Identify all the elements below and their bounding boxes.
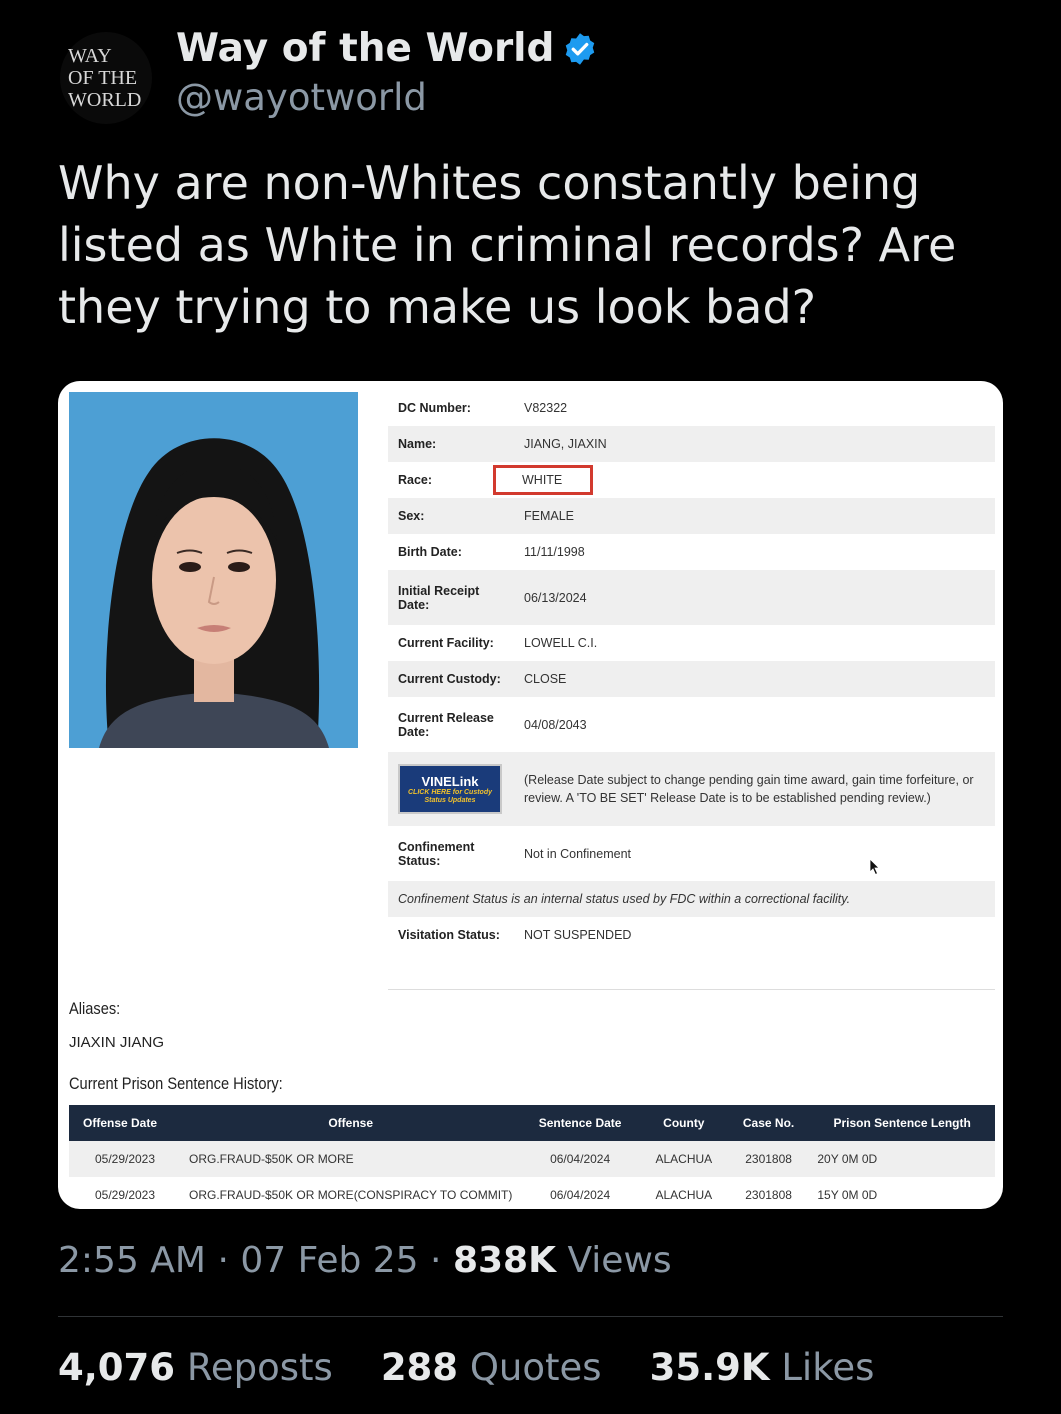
info-label: Name: — [388, 426, 514, 462]
vine-cell: VINELink CLICK HERE for Custody Status U… — [388, 752, 514, 826]
likes-count: 35.9K — [649, 1346, 770, 1389]
table-cell: 20Y 0M 0D — [809, 1141, 995, 1177]
display-name[interactable]: Way of the World — [176, 26, 554, 71]
table-cell: ORG.FRAUD-$50K OR MORE — [181, 1141, 521, 1177]
info-row: Confinement Status: Not in Confinement — [388, 826, 995, 881]
engagement-stats: 4,076 Reposts 288 Quotes 35.9K Likes — [58, 1346, 874, 1389]
table-cell: 05/29/2023 — [69, 1141, 181, 1177]
divider — [58, 1316, 1003, 1317]
avatar-line-2: OF THE — [68, 67, 138, 89]
info-row: Confinement Status is an internal status… — [388, 881, 995, 917]
info-value: CLOSE — [514, 661, 995, 697]
column-header: Sentence Date — [520, 1105, 640, 1141]
vinelink-logo: VINELink — [421, 773, 479, 789]
meta-separator: · — [430, 1240, 442, 1281]
mugshot-photo — [69, 392, 358, 748]
display-name-row: Way of the World — [176, 26, 598, 71]
sentence-history-title: Current Prison Sentence History: — [69, 1074, 283, 1093]
table-cell: ORG.FRAUD-$50K OR MORE(CONSPIRACY TO COM… — [189, 1188, 513, 1202]
inmate-info-table: DC Number: V82322 Name: JIANG, JIAXIN Ra… — [388, 390, 995, 953]
avatar-line-1: WAY — [68, 45, 112, 67]
info-label: Initial Receipt Date: — [388, 570, 514, 625]
quotes-label: Quotes — [469, 1346, 602, 1389]
table-cell: 2301808 — [745, 1188, 792, 1202]
table-row: 05/29/2023 ORG.FRAUD-$50K OR MORE 06/04/… — [69, 1141, 995, 1177]
reposts-label: Reposts — [186, 1346, 333, 1389]
sentence-header-row: Offense Date Offense Sentence Date Count… — [69, 1105, 995, 1141]
info-row: Race: WHITE — [388, 462, 995, 498]
race-highlight-box: WHITE — [493, 465, 594, 495]
reposts-count: 4,076 — [58, 1346, 176, 1389]
info-label: Birth Date: — [398, 545, 462, 559]
info-row: VINELink CLICK HERE for Custody Status U… — [388, 752, 995, 826]
info-row: DC Number: V82322 — [388, 390, 995, 426]
info-value: Not in Confinement — [524, 846, 632, 861]
column-header: Case No. — [727, 1105, 810, 1141]
table-cell: 06/04/2024 — [550, 1188, 611, 1202]
quotes-stat[interactable]: 288 Quotes — [381, 1346, 602, 1389]
tweet-meta: 2:55 AM · 07 Feb 25 · 838K Views — [58, 1240, 672, 1281]
section-divider — [388, 989, 995, 990]
handle[interactable]: @wayotworld — [176, 76, 427, 119]
aliases-title: Aliases: — [69, 999, 121, 1018]
table-row: 05/29/2023 ORG.FRAUD-$50K OR MORE(CONSPI… — [69, 1177, 995, 1209]
alias-value: JIAXIN JIANG — [69, 1034, 165, 1051]
likes-stat[interactable]: 35.9K Likes — [650, 1346, 875, 1389]
tweet-time[interactable]: 2:55 AM — [58, 1240, 206, 1281]
attached-image[interactable]: DC Number: V82322 Name: JIANG, JIAXIN Ra… — [58, 381, 1003, 1209]
mouse-cursor-icon — [870, 859, 880, 875]
table-cell: 05/29/2023 — [94, 1188, 156, 1202]
info-value: V82322 — [524, 401, 568, 415]
info-label: Confinement Status: — [398, 839, 475, 868]
info-row: Birth Date: 11/11/1998 — [388, 534, 995, 570]
info-label: Current Facility: — [398, 636, 494, 650]
info-row: Initial Receipt Date: 06/13/2024 — [388, 570, 995, 625]
column-header: Offense Date — [69, 1105, 181, 1141]
confinement-note: Confinement Status is an internal status… — [388, 881, 995, 917]
tweet-date[interactable]: 07 Feb 25 — [240, 1240, 418, 1281]
column-header: Prison Sentence Length — [809, 1105, 995, 1141]
info-value: 06/13/2024 — [514, 570, 995, 625]
info-label: Sex: — [388, 498, 514, 534]
views-label: Views — [567, 1240, 672, 1281]
info-value: NOT SUSPENDED — [524, 928, 632, 942]
likes-label: Likes — [781, 1346, 875, 1389]
column-header: Offense — [181, 1105, 521, 1141]
info-label: Current Custody: — [388, 661, 514, 697]
column-header: County — [639, 1105, 728, 1141]
tweet-text: Why are non-Whites constantly being list… — [58, 156, 957, 334]
info-label: Current Release Date: — [398, 710, 494, 739]
info-label: Visitation Status: — [398, 928, 500, 942]
race-value-cell: WHITE — [493, 462, 995, 498]
info-row: Visitation Status: NOT SUSPENDED — [388, 917, 995, 953]
info-label: DC Number: — [398, 401, 471, 415]
table-cell: 15Y 0M 0D — [817, 1188, 878, 1202]
table-cell: ALACHUA — [639, 1141, 728, 1177]
info-row: Current Custody: CLOSE — [388, 661, 995, 697]
release-date-note: (Release Date subject to change pending … — [514, 752, 995, 826]
table-cell: ALACHUA — [655, 1188, 713, 1202]
table-cell: 06/04/2024 — [520, 1141, 640, 1177]
vinelink-sub: CLICK HERE for Custody Status Updates — [408, 788, 492, 804]
info-value: 11/11/1998 — [524, 545, 585, 559]
meta-separator: · — [217, 1240, 229, 1281]
quotes-count: 288 — [380, 1346, 459, 1389]
info-row: Current Release Date: 04/08/2043 — [388, 697, 995, 752]
avatar[interactable]: WAY OF THE WORLD — [60, 32, 152, 124]
info-value: FEMALE — [514, 498, 995, 534]
info-row: Name: JIANG, JIAXIN — [388, 426, 995, 462]
facility-link[interactable]: LOWELL C.I. — [514, 625, 995, 661]
table-cell: 2301808 — [727, 1141, 810, 1177]
info-value: JIANG, JIAXIN — [514, 426, 995, 462]
vinelink-button[interactable]: VINELink CLICK HERE for Custody Status U… — [398, 764, 502, 814]
info-value: 04/08/2043 — [524, 717, 587, 732]
info-row: Current Facility: LOWELL C.I. — [388, 625, 995, 661]
verified-badge-icon — [566, 32, 595, 65]
views-count: 838K — [452, 1240, 556, 1281]
sentence-history-table: Offense Date Offense Sentence Date Count… — [69, 1105, 995, 1209]
info-row: Sex: FEMALE — [388, 498, 995, 534]
avatar-line-3: WORLD — [68, 89, 142, 111]
reposts-stat[interactable]: 4,076 Reposts — [58, 1346, 333, 1389]
